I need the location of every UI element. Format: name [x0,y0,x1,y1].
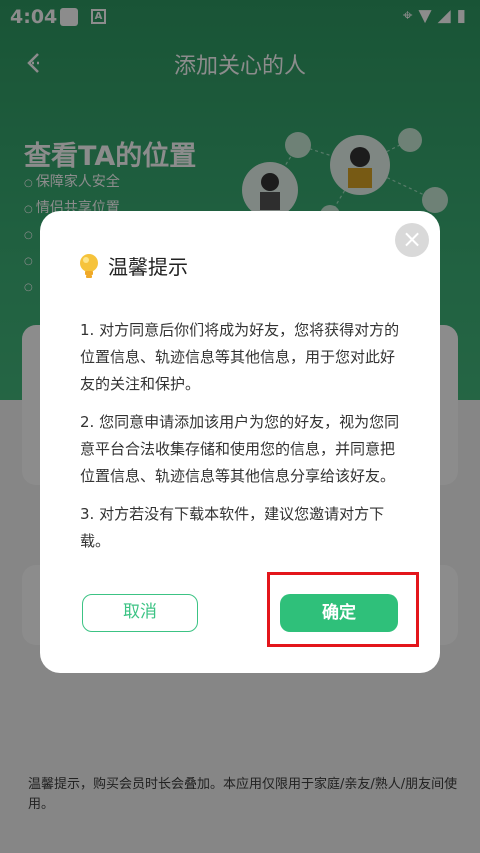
dialog-title: 温馨提示 [108,255,188,279]
footer-tip: 温馨提示，购买会员时长会叠加。本应用仅限用于家庭/亲友/熟人/朋友间使用。 [28,777,458,812]
lightbulb-icon [80,254,98,278]
dialog-paragraph: 2. 您同意申请添加该用户为您的好友，视为您同意平台合法收集存储和使用您的信息，… [80,413,400,485]
dialog-body: 1. 对方同意后你们将成为好友，您将获得对方的位置信息、轨迹信息等其他信息，用于… [80,317,404,566]
cancel-button[interactable]: 取消 [82,594,198,632]
close-icon[interactable]: × [395,223,429,257]
dialog-paragraph: 1. 对方同意后你们将成为好友，您将获得对方的位置信息、轨迹信息等其他信息，用于… [80,321,400,393]
confirm-highlight-box [267,572,419,647]
dialog-paragraph: 3. 对方若没有下载本软件，建议您邀请对方下载。 [80,505,385,550]
